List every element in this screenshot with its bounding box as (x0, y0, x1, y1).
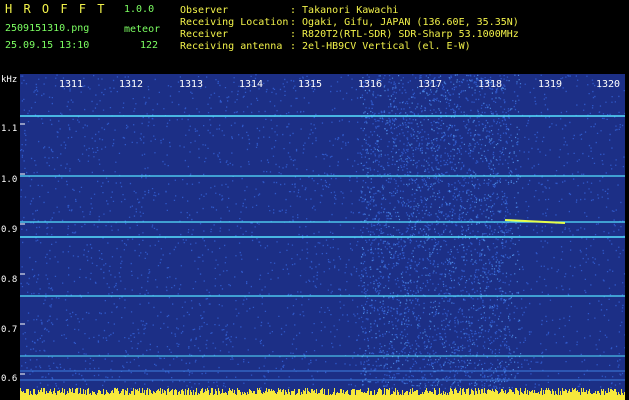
y-tick-label: 1.1 (1, 124, 18, 134)
y-tick-label: 0.9 (1, 225, 18, 235)
x-tick-label: 1316 (358, 79, 383, 90)
x-tick-label: 1318 (478, 79, 503, 90)
x-tick-label: 1315 (298, 79, 323, 90)
receiver-label: Receiver (180, 29, 229, 40)
x-tick-label: 1311 (59, 79, 84, 90)
antenna-value: : 2el-HB9CV Vertical (el. E-W) (290, 41, 471, 52)
location-value: : Ogaki, Gifu, JAPAN (136.60E, 35.35N) (290, 17, 519, 28)
receiver-value: : R820T2(RTL-SDR) SDR-Sharp 53.1000MHz (290, 29, 519, 40)
spectrogram-plot (20, 74, 625, 400)
datetime-label: 25.09.15 13:10 (5, 40, 90, 51)
y-tick-label: 0.7 (1, 325, 18, 335)
x-tick-label: 1313 (179, 79, 204, 90)
count-label: 122 (140, 40, 159, 51)
filename-label: 2509151310.png (5, 23, 90, 34)
app-title: H R O F F T (5, 2, 107, 16)
x-tick-label: 1312 (119, 79, 144, 90)
location-label: Receiving Location (180, 17, 289, 28)
app-version: 1.0.0 (124, 4, 155, 15)
antenna-label: Receiving antenna (180, 41, 283, 52)
observer-label: Observer (180, 5, 229, 16)
y-tick-label: 1.0 (1, 175, 18, 185)
x-tick-label: 1320 (596, 79, 621, 90)
y-axis-unit: kHz (1, 75, 18, 85)
x-tick-label: 1314 (239, 79, 264, 90)
observer-value: : Takanori Kawachi (290, 5, 399, 16)
spectrogram-canvas (20, 74, 625, 400)
y-tick-label: 0.6 (1, 374, 18, 384)
mode-label: meteor (124, 24, 161, 35)
header-panel: H R O F F T 1.0.0 2509151310.png meteor … (0, 0, 629, 73)
x-tick-label: 1317 (418, 79, 443, 90)
x-tick-label: 1319 (538, 79, 563, 90)
y-tick-label: 0.8 (1, 275, 18, 285)
